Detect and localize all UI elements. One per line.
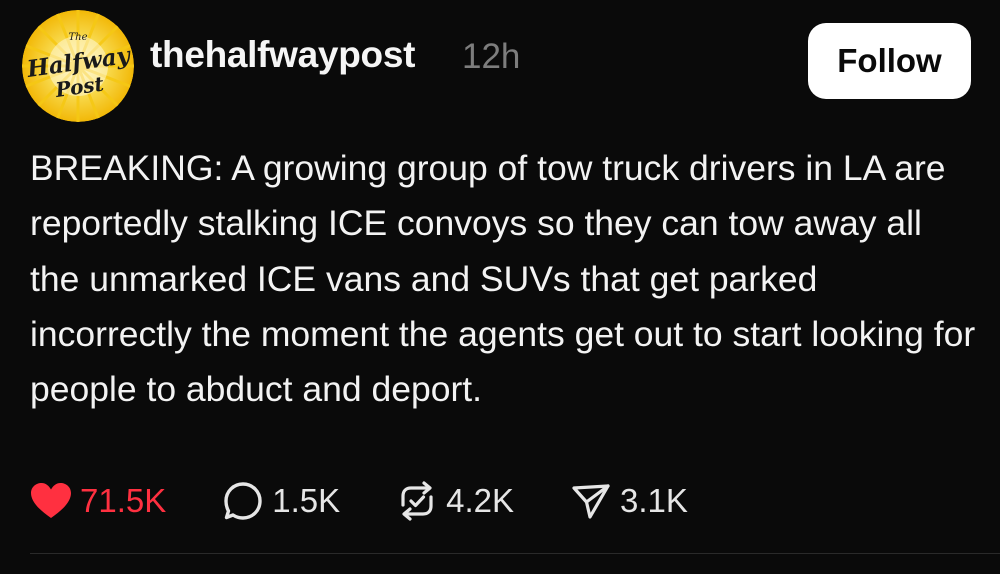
avatar[interactable]: The Halfway Post [22, 10, 134, 122]
post-actions: 71.5K 1.5K 4.2K 3.1K [30, 478, 688, 524]
share-button[interactable]: 3.1K [570, 480, 688, 522]
reply-button[interactable]: 1.5K [222, 480, 340, 522]
repost-count: 4.2K [446, 482, 515, 519]
halfway-post-logo-icon: The Halfway Post [22, 10, 134, 122]
like-count: 71.5K [80, 482, 167, 519]
svg-text:The: The [68, 32, 87, 43]
like-button[interactable]: 71.5K [30, 482, 166, 520]
repost-button[interactable]: 4.2K [396, 480, 514, 522]
repost-icon [401, 481, 433, 521]
username[interactable]: thehalfwaypost [150, 34, 415, 76]
divider [30, 553, 1000, 554]
share-count: 3.1K [620, 482, 688, 519]
comment-icon [224, 482, 262, 520]
reply-count: 1.5K [272, 482, 341, 519]
post-timestamp: 12h [462, 37, 521, 76]
post-text: BREAKING: A growing group of tow truck d… [30, 148, 976, 410]
share-icon [572, 484, 610, 519]
follow-button[interactable]: Follow [808, 23, 971, 99]
heart-icon [31, 483, 71, 518]
